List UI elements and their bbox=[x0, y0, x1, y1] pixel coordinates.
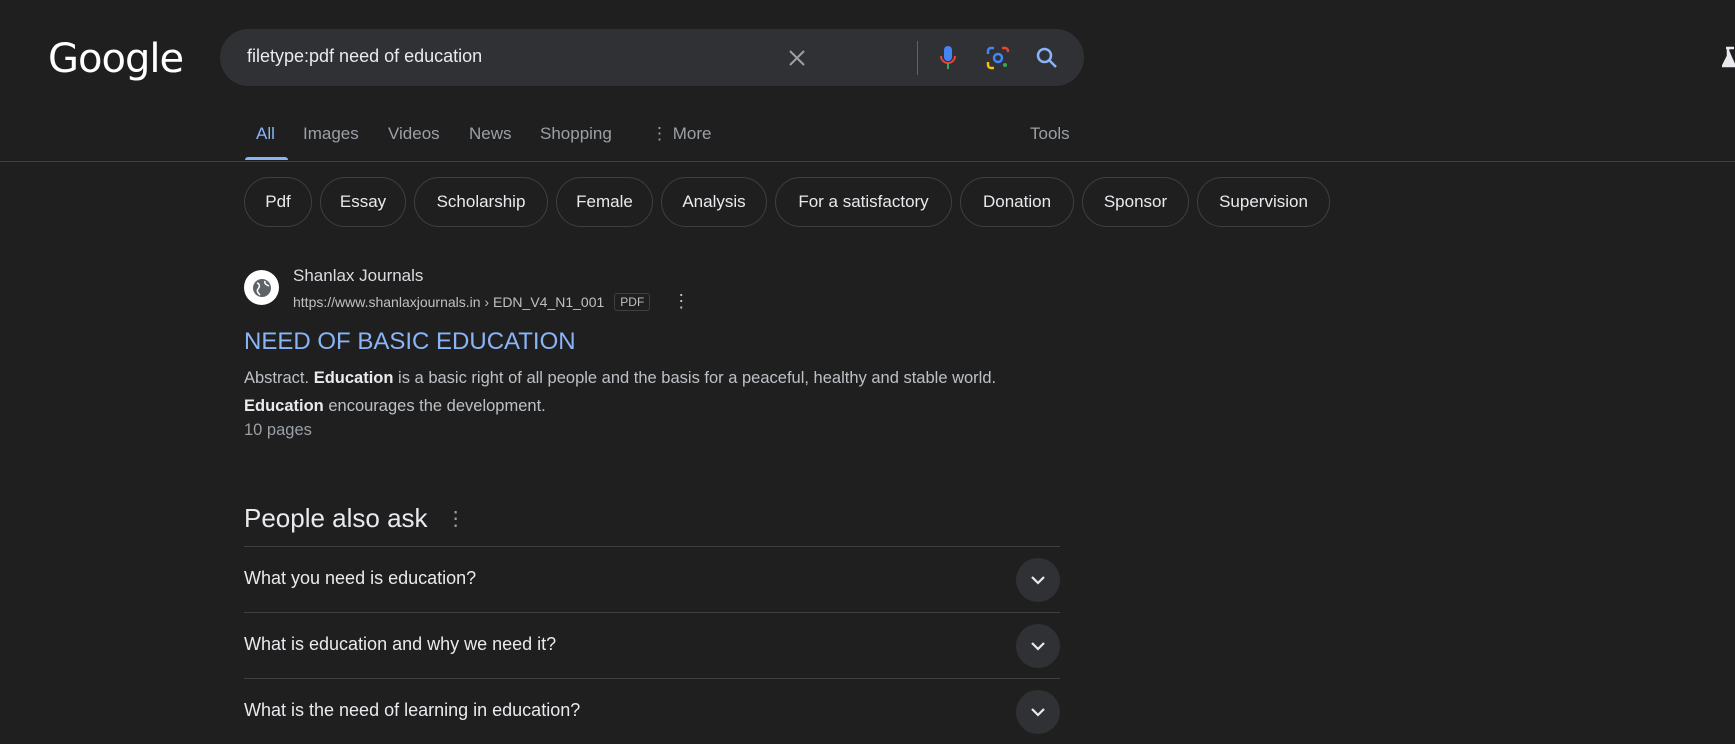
chip-essay[interactable]: Essay bbox=[320, 177, 406, 227]
more-options-icon[interactable]: ⋮ bbox=[672, 291, 690, 312]
result-url-line: https://www.shanlaxjournals.in › EDN_V4_… bbox=[293, 291, 690, 312]
chevron-down-icon[interactable] bbox=[1016, 690, 1060, 734]
more-vert-icon[interactable]: ⋮ bbox=[446, 506, 466, 531]
paa-question[interactable]: What is the need of learning in educatio… bbox=[244, 678, 1060, 744]
question-text: What is education and why we need it? bbox=[244, 634, 557, 654]
search-box bbox=[220, 29, 1084, 86]
chip-analysis[interactable]: Analysis bbox=[661, 177, 767, 227]
chevron-down-icon[interactable] bbox=[1016, 558, 1060, 602]
tab-news[interactable]: News bbox=[469, 124, 512, 144]
search-input[interactable] bbox=[247, 46, 847, 67]
google-logo[interactable]: Google bbox=[48, 36, 184, 82]
tab-shopping[interactable]: Shopping bbox=[540, 124, 612, 144]
chevron-down-icon[interactable] bbox=[1016, 624, 1060, 668]
paa-title: People also ask bbox=[244, 503, 428, 533]
tab-more-label: More bbox=[672, 124, 712, 143]
snippet-text: Abstract. bbox=[244, 369, 314, 387]
paa-question[interactable]: What you need is education? bbox=[244, 546, 1060, 612]
tab-images[interactable]: Images bbox=[303, 124, 359, 144]
more-vert-icon: ⋮ bbox=[651, 124, 673, 143]
labs-flask-icon[interactable] bbox=[1720, 46, 1735, 77]
active-tab-indicator bbox=[245, 157, 288, 160]
clear-icon[interactable] bbox=[782, 43, 812, 73]
microphone-icon[interactable] bbox=[933, 43, 963, 73]
question-text: What you need is education? bbox=[244, 568, 477, 588]
tools-button[interactable]: Tools bbox=[1030, 124, 1070, 144]
chip-pdf[interactable]: Pdf bbox=[244, 177, 312, 227]
chip-scholarship[interactable]: Scholarship bbox=[414, 177, 548, 227]
chip-sponsor[interactable]: Sponsor bbox=[1082, 177, 1189, 227]
globe-icon bbox=[244, 270, 279, 305]
paa-question[interactable]: What is education and why we need it? bbox=[244, 612, 1060, 678]
result-snippet: Abstract. Education is a basic right of … bbox=[244, 364, 1024, 420]
result-url[interactable]: https://www.shanlaxjournals.in › EDN_V4_… bbox=[293, 294, 604, 310]
result-site-name[interactable]: Shanlax Journals bbox=[293, 266, 423, 286]
chip-female[interactable]: Female bbox=[556, 177, 653, 227]
google-lens-icon[interactable] bbox=[983, 43, 1013, 73]
header-divider bbox=[0, 161, 1735, 162]
snippet-text: encourages the development. bbox=[323, 397, 546, 415]
result-pages: 10 pages bbox=[244, 421, 312, 439]
people-also-ask-heading: People also ask ⋮ bbox=[244, 503, 466, 534]
chip-for-a-satisfactory[interactable]: For a satisfactory bbox=[775, 177, 952, 227]
snippet-bold: Education bbox=[244, 397, 324, 415]
pdf-badge: PDF bbox=[614, 292, 651, 311]
chip-supervision[interactable]: Supervision bbox=[1197, 177, 1330, 227]
snippet-text: is a basic right of all people and the b… bbox=[393, 369, 997, 387]
tab-videos[interactable]: Videos bbox=[388, 124, 440, 144]
tab-more[interactable]: ⋮ More bbox=[651, 124, 711, 144]
chip-donation[interactable]: Donation bbox=[960, 177, 1074, 227]
divider bbox=[917, 41, 918, 75]
search-icon[interactable] bbox=[1032, 43, 1062, 73]
question-text: What is the need of learning in educatio… bbox=[244, 700, 581, 720]
tab-all[interactable]: All bbox=[256, 124, 275, 144]
snippet-bold: Education bbox=[313, 369, 394, 387]
result-title-link[interactable]: NEED OF BASIC EDUCATION bbox=[244, 328, 576, 356]
